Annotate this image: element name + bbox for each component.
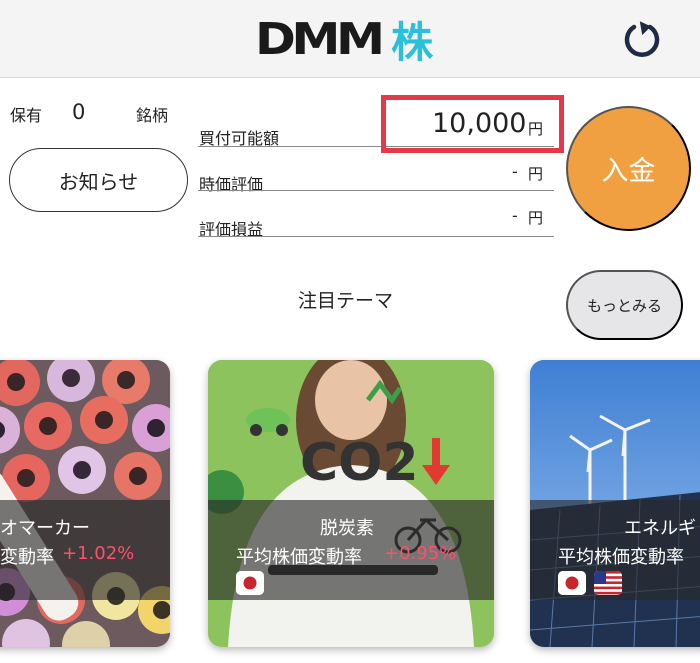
us-flag-icon [594, 571, 622, 595]
deposit-button[interactable]: 入金 [566, 106, 691, 231]
card-rate-label: 変動率 [0, 547, 54, 568]
market-value-unit: 円 [528, 165, 544, 183]
themes-title: 注目テーマ [298, 290, 394, 312]
japan-flag-icon [558, 571, 586, 595]
co2-text: CO2 [300, 433, 419, 493]
theme-card-biomarker[interactable]: オマーカー 変動率 +1.02% [0, 360, 170, 647]
card-rate-label: 平均株価変動率 [236, 547, 362, 568]
holding-label: 保有 [10, 106, 43, 125]
app-header: DMM 株 [0, 0, 700, 78]
logo-kabu-text: 株 [391, 17, 434, 67]
see-more-button[interactable]: もっとみる [566, 270, 683, 340]
highlight-box [381, 95, 564, 153]
card-rate-value: +1.02% [62, 543, 135, 564]
row-divider [198, 190, 554, 191]
market-value-label: 時価評価 [199, 175, 264, 194]
refresh-icon[interactable] [620, 18, 664, 62]
unrealized-pl-unit: 円 [528, 209, 544, 227]
card-rate-value: +0.95% [384, 543, 457, 564]
card-theme-name: エネルギ [624, 518, 696, 539]
unrealized-pl-value: - [512, 206, 518, 225]
market-value-value: - [512, 162, 518, 181]
card-theme-name: オマーカー [0, 518, 90, 539]
japan-flag-icon [236, 571, 264, 595]
theme-card-decarbonization[interactable]: CO2 脱炭素 平均株価変動率 +0.95% [208, 360, 494, 647]
card-rate-label: 平均株価変動率 [558, 547, 684, 568]
card-theme-name: 脱炭素 [320, 518, 374, 539]
logo-dmm-text: DMM [255, 13, 385, 65]
theme-card-energy[interactable]: エネルギ 平均株価変動率 [530, 360, 700, 647]
holding-unit: 銘柄 [136, 106, 169, 125]
row-divider [198, 236, 554, 237]
dmm-kabu-logo: DMM 株 [255, 13, 433, 67]
notice-button[interactable]: お知らせ [9, 148, 188, 212]
holding-count: 0 [72, 100, 86, 124]
